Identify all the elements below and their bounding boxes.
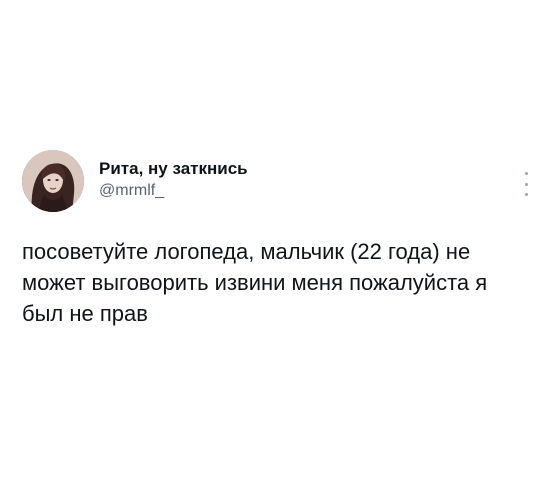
page: Рита, ну заткнись @mrmlf_ посоветуйте ло… [0, 0, 557, 500]
more-dot [524, 182, 528, 186]
avatar[interactable] [22, 150, 84, 212]
avatar-image [22, 150, 84, 212]
display-name[interactable]: Рита, ну заткнись [99, 158, 248, 179]
more-vertical-icon[interactable] [518, 172, 534, 196]
more-dot [524, 193, 528, 196]
tweet-header: Рита, ну заткнись @mrmlf_ [22, 150, 534, 212]
tweet-text: посоветуйте логопеда, мальчик (22 года) … [22, 239, 488, 326]
user-names: Рита, ну заткнись @mrmlf_ [99, 150, 248, 201]
tweet: Рита, ну заткнись @mrmlf_ посоветуйте ло… [22, 150, 534, 329]
more-dot [524, 172, 528, 175]
user-handle[interactable]: @mrmlf_ [99, 180, 248, 201]
